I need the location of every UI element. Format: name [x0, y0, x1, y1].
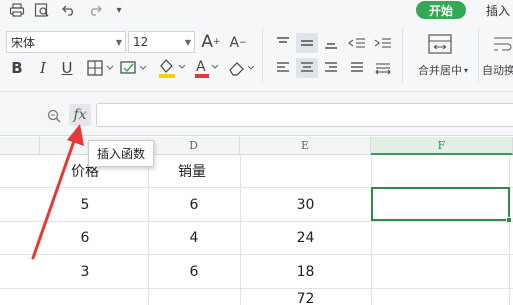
- grid-line: [509, 155, 510, 305]
- distributed-align-icon[interactable]: [372, 58, 394, 78]
- redo-icon[interactable]: [86, 2, 104, 18]
- wrap-text-icon[interactable]: [492, 33, 513, 55]
- table-cell[interactable]: 24: [240, 222, 371, 254]
- fill-handle[interactable]: [506, 217, 512, 223]
- border-icon[interactable]: [86, 58, 116, 78]
- indent-decrease-icon[interactable]: [346, 33, 368, 53]
- zoom-search-icon[interactable]: [44, 106, 64, 126]
- font-color-icon[interactable]: A: [192, 56, 220, 80]
- cell-d-header[interactable]: 销量: [148, 155, 240, 187]
- insert-function-tooltip: 插入函数: [88, 140, 154, 167]
- table-cell[interactable]: 18: [240, 255, 371, 288]
- svg-text:A: A: [196, 59, 206, 75]
- font-name-select[interactable]: 宋体 ▼: [6, 31, 126, 53]
- undo-icon[interactable]: [60, 2, 78, 18]
- align-left-icon[interactable]: [272, 58, 294, 78]
- table-cell[interactable]: 6: [148, 188, 240, 221]
- ribbon-toolbar: ▾ 开始 插入 宋体 ▼ 12 ▼ A + A − B I U A 合并居中 ▾…: [0, 0, 513, 92]
- italic-button[interactable]: I: [34, 58, 52, 78]
- fill-color-icon[interactable]: [156, 56, 188, 80]
- corner-header[interactable]: [0, 137, 40, 155]
- align-right-icon[interactable]: [320, 58, 342, 78]
- font-shrink-icon[interactable]: A −: [228, 33, 248, 53]
- ribbon-separator: [478, 28, 479, 83]
- col-header-d[interactable]: D: [148, 137, 240, 155]
- grid-line: [371, 155, 372, 305]
- align-top-icon[interactable]: [272, 33, 294, 53]
- font-size-select[interactable]: 12 ▼: [128, 31, 195, 53]
- table-cell[interactable]: 4: [148, 222, 240, 254]
- col-header-e[interactable]: E: [240, 137, 371, 155]
- merge-center-label: 合并居中: [417, 64, 462, 77]
- col-header-f[interactable]: F: [371, 137, 513, 155]
- table-cell[interactable]: 6: [40, 222, 130, 254]
- wrap-text-button[interactable]: 自动换: [482, 62, 513, 78]
- tab-insert[interactable]: 插入: [486, 2, 510, 19]
- justify-icon[interactable]: [346, 58, 368, 78]
- table-cell[interactable]: 72: [240, 291, 371, 305]
- align-middle-icon[interactable]: [296, 33, 318, 53]
- underline-button[interactable]: U: [58, 58, 76, 78]
- wrap-text-label: 自动换: [482, 64, 513, 77]
- table-cell[interactable]: 3: [40, 255, 130, 288]
- table-cell[interactable]: 5: [40, 188, 130, 221]
- align-bottom-icon[interactable]: [320, 33, 342, 53]
- tab-start[interactable]: 开始: [416, 1, 466, 19]
- font-grow-icon[interactable]: A +: [201, 31, 221, 53]
- chevron-down-icon[interactable]: ▾: [110, 2, 128, 18]
- font-size-value: 12: [133, 35, 149, 49]
- merge-center-icon[interactable]: [426, 33, 454, 55]
- table-cell[interactable]: 6: [148, 255, 240, 288]
- grid-line: [0, 288, 513, 289]
- conditional-format-icon[interactable]: [119, 58, 151, 78]
- align-center-icon[interactable]: [296, 58, 318, 78]
- merge-center-button[interactable]: 合并居中 ▾: [412, 62, 474, 78]
- eraser-icon[interactable]: [227, 58, 255, 78]
- insert-function-button[interactable]: fx: [69, 104, 91, 126]
- formula-input[interactable]: [96, 103, 513, 127]
- chevron-down-icon: ▼: [184, 38, 191, 47]
- chevron-down-icon: ▼: [115, 38, 122, 47]
- chevron-down-icon: ▾: [463, 65, 468, 75]
- indent-increase-icon[interactable]: [372, 33, 394, 53]
- ribbon-separator: [262, 28, 263, 83]
- selected-cell-f[interactable]: [371, 187, 510, 221]
- bold-button[interactable]: B: [8, 58, 26, 78]
- font-name-value: 宋体: [11, 35, 36, 50]
- printer-icon[interactable]: [8, 2, 26, 18]
- table-cell[interactable]: 30: [240, 188, 371, 221]
- print-preview-icon[interactable]: [33, 2, 51, 18]
- ribbon-separator: [402, 28, 403, 83]
